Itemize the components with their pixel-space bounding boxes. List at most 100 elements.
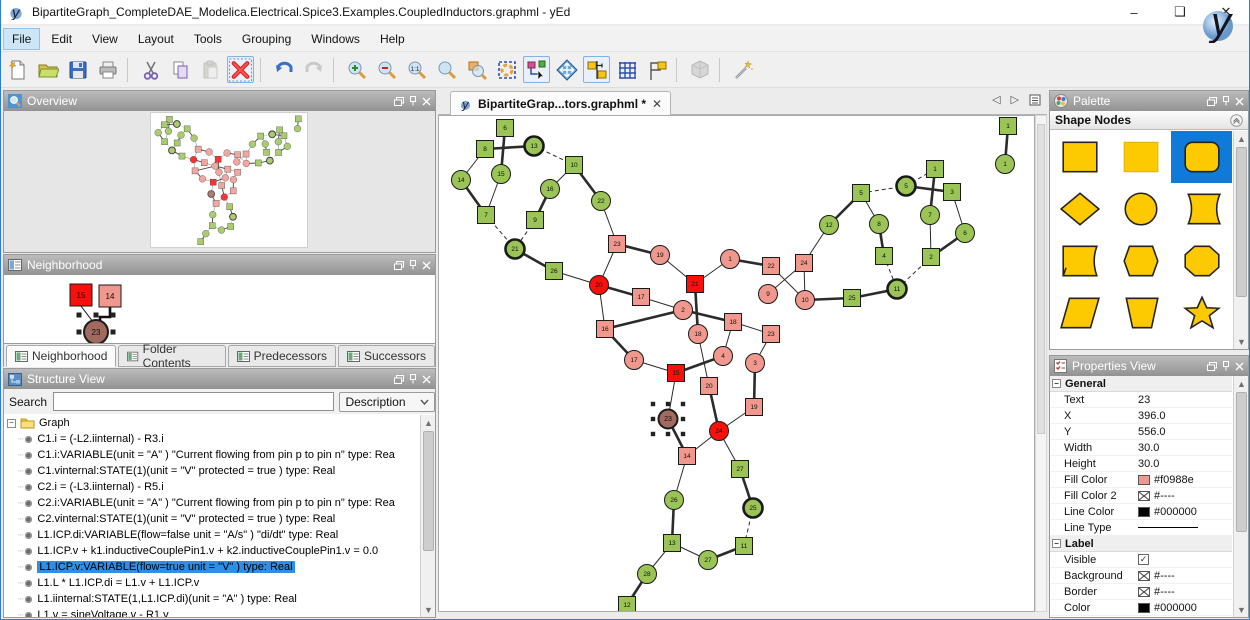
tree-row[interactable]: ┄C2.i = (-L3.iinternal) - R5.i xyxy=(4,479,421,495)
palette-shape-rect3[interactable] xyxy=(1171,339,1232,349)
collapse-icon[interactable]: − xyxy=(1052,379,1061,388)
graph-node-25[interactable] xyxy=(230,213,237,220)
graph-node-19[interactable] xyxy=(206,149,213,156)
graph-node-28[interactable]: 28 xyxy=(638,565,657,584)
graph-node-15[interactable] xyxy=(165,128,172,135)
graph-node-3[interactable]: 3 xyxy=(944,184,961,201)
menu-layout[interactable]: Layout xyxy=(129,28,183,50)
neighborhood-node-14[interactable]: 14 xyxy=(99,285,121,307)
graph-node-17[interactable] xyxy=(199,175,206,182)
close-icon[interactable] xyxy=(422,261,431,270)
tree-row[interactable]: ┄L1.L * L1.ICP.di = L1.v + L1.ICP.v xyxy=(4,575,421,591)
cut-button[interactable] xyxy=(137,56,164,83)
graph-node-3[interactable] xyxy=(281,133,287,139)
float-icon[interactable] xyxy=(1207,97,1217,106)
palette-shape-para[interactable] xyxy=(1050,287,1111,339)
graph-node-17[interactable]: 17 xyxy=(625,351,644,370)
graph-node-12[interactable]: 12 xyxy=(820,216,839,235)
navigate-button[interactable] xyxy=(553,56,580,83)
graph-node-18[interactable] xyxy=(215,169,222,176)
graph-node-4[interactable] xyxy=(263,149,269,155)
graph-node-9[interactable] xyxy=(233,159,240,166)
property-row-color[interactable]: Color#000000 xyxy=(1050,600,1232,616)
graph-node-27[interactable] xyxy=(218,227,225,234)
palette-shape-hexcut[interactable] xyxy=(1111,235,1172,287)
structure-panel-titlebar[interactable]: Structure View xyxy=(4,369,435,389)
edit-mode-button[interactable] xyxy=(523,56,550,83)
palette-shape-diamond[interactable] xyxy=(1050,183,1111,235)
properties-panel-titlebar[interactable]: Properties View xyxy=(1050,356,1248,376)
graph-node-1[interactable] xyxy=(294,125,301,132)
document-tab[interactable]: y BipartiteGrap...tors.graphml * ✕ xyxy=(450,91,671,115)
palette-shape-concave[interactable] xyxy=(1050,235,1111,287)
redo-button[interactable] xyxy=(300,56,327,83)
graph-node-8[interactable] xyxy=(262,141,269,148)
palette-scrollbar[interactable]: ▲ ▼ xyxy=(1233,131,1248,349)
paste-button[interactable] xyxy=(197,56,224,83)
menu-help[interactable]: Help xyxy=(371,28,414,50)
tree-row[interactable]: ┄C1.i:VARIABLE(unit = "A" ) "Current flo… xyxy=(4,447,421,463)
collapse-icon[interactable]: − xyxy=(1052,539,1061,548)
graph-node-20[interactable] xyxy=(219,182,225,188)
graph-node-18[interactable] xyxy=(225,166,231,172)
graph-node-27[interactable]: 27 xyxy=(699,551,718,570)
graph-node-5[interactable] xyxy=(269,131,276,138)
graph-node-24[interactable]: 24 xyxy=(710,422,729,441)
graph-node-17[interactable] xyxy=(201,160,207,166)
pin-icon[interactable] xyxy=(1222,96,1230,106)
structure-scrollbar[interactable]: ▲ ▼ xyxy=(420,415,435,617)
zoom-in-button[interactable] xyxy=(343,56,370,83)
neighborhood-node-15[interactable]: 15 xyxy=(70,284,92,306)
graph-node-7[interactable] xyxy=(162,139,168,145)
graph-node-21[interactable] xyxy=(169,147,176,154)
graph-node-10[interactable]: 10 xyxy=(796,291,815,310)
property-row-fill-color-2[interactable]: Fill Color 2#---- xyxy=(1050,488,1232,504)
graph-node-21[interactable] xyxy=(215,156,221,162)
graph-node-17[interactable]: 17 xyxy=(633,289,650,306)
magnifier-button[interactable] xyxy=(433,56,460,83)
graph-node-15[interactable]: 15 xyxy=(668,365,685,382)
graph-node-22[interactable] xyxy=(235,152,241,158)
fit-content-button[interactable] xyxy=(493,56,520,83)
close-icon[interactable] xyxy=(1235,362,1244,371)
graph-node-28[interactable] xyxy=(202,230,209,237)
graph-node-1[interactable] xyxy=(295,116,301,122)
graph-node-13[interactable] xyxy=(209,223,215,229)
undo-button[interactable] xyxy=(270,56,297,83)
graph-node-23[interactable] xyxy=(235,169,241,175)
graph-node-11[interactable]: 11 xyxy=(736,538,753,555)
graph-node-4[interactable] xyxy=(222,174,229,181)
menu-edit[interactable]: Edit xyxy=(42,28,81,50)
graph-node-23[interactable]: 23 xyxy=(651,402,685,436)
graph-node-12[interactable] xyxy=(198,239,204,245)
graph-node-23[interactable]: 23 xyxy=(609,236,626,253)
graph-node-3[interactable]: 3 xyxy=(746,354,765,373)
expander-icon[interactable]: − xyxy=(7,419,16,428)
palette-shape-roundrect[interactable] xyxy=(1171,131,1232,183)
graph-node-20[interactable]: 20 xyxy=(701,378,718,395)
graph-node-15[interactable]: 15 xyxy=(492,165,511,184)
palette-shape-trap[interactable] xyxy=(1111,287,1172,339)
graph-node-4[interactable]: 4 xyxy=(876,248,893,265)
property-row-x[interactable]: X396.0 xyxy=(1050,408,1232,424)
copy-button[interactable] xyxy=(167,56,194,83)
tree-root-graph[interactable]: − Graph xyxy=(4,415,421,431)
graph-node-9[interactable] xyxy=(174,140,180,146)
graph-node-1[interactable]: 1 xyxy=(927,161,944,178)
graph-node-14[interactable] xyxy=(155,129,162,136)
prev-tab-button[interactable]: ◁ xyxy=(992,93,1000,106)
tree-row[interactable]: ┄L1.ICP.di:VARIABLE(flow=false unit = "A… xyxy=(4,527,421,543)
tree-row[interactable]: ┄L1.iinternal:STATE(1,L1.ICP.di)(unit = … xyxy=(4,591,421,607)
graph-node-2[interactable]: 2 xyxy=(674,301,693,320)
tree-row[interactable]: ┄C1.i = (-L2.iinternal) - R3.i xyxy=(4,431,421,447)
close-icon[interactable] xyxy=(1235,97,1244,106)
graph-node-23[interactable]: 23 xyxy=(763,326,780,343)
property-row-text[interactable]: Text23 xyxy=(1050,392,1232,408)
graph-node-1[interactable] xyxy=(224,150,231,157)
graph-node-16[interactable] xyxy=(178,132,185,139)
graph-node-6[interactable] xyxy=(166,116,172,122)
neighborhood-panel-titlebar[interactable]: Neighborhood xyxy=(4,255,435,275)
tab-neighborhood[interactable]: Neighborhood xyxy=(6,345,116,367)
graph-node-16[interactable] xyxy=(192,168,198,174)
graph-node-25[interactable]: 25 xyxy=(844,290,861,307)
